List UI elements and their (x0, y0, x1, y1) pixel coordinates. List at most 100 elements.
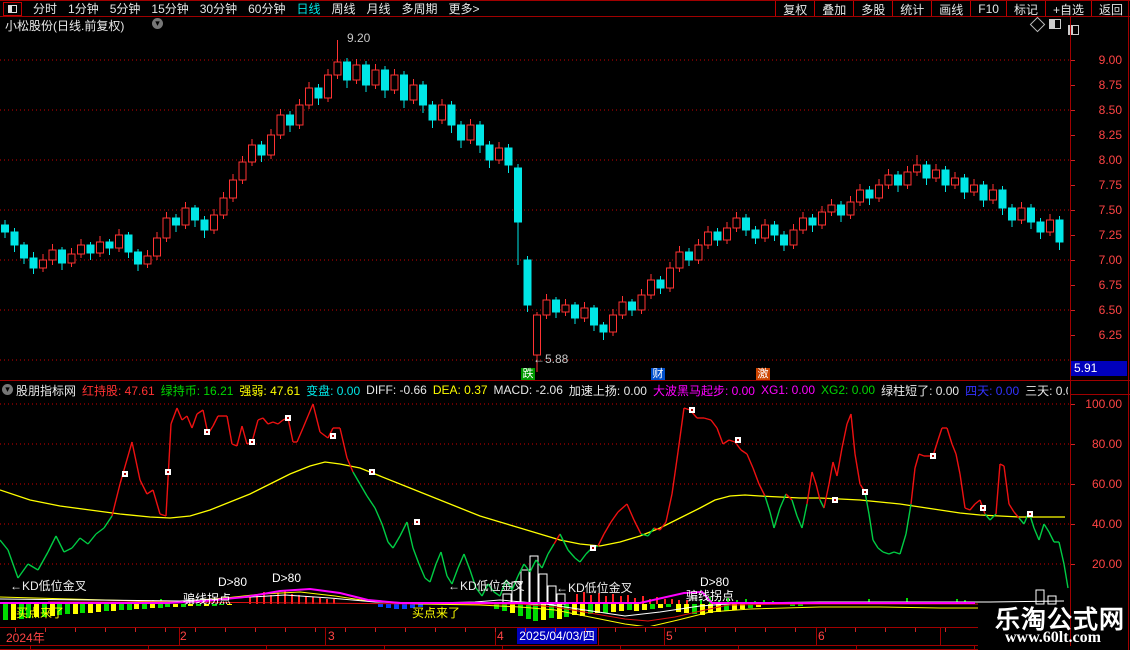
signal-label-6: 买点来了 (412, 606, 461, 620)
date-tick (285, 628, 286, 632)
candlestick-chart[interactable] (0, 30, 1070, 378)
price-axis-label: 8.50 (1098, 103, 1122, 117)
stock-app-window: 分时 1分钟 5分钟 15分钟 30分钟 60分钟 日线 周线 月线 多周期 更多> 复权 叠加 多股统… (0, 0, 1130, 650)
chart-title-row: 小松股份(日线.前复权) ▾ (0, 16, 1070, 33)
layout-toggle-icon[interactable] (3, 1, 22, 16)
date-tick (795, 628, 796, 632)
date-tick (465, 628, 466, 632)
signal-label-4: D>80 (272, 571, 302, 585)
panel-divider (0, 380, 1130, 381)
date-tick (345, 628, 346, 632)
signal-label-5: ←KD低位金叉 (448, 579, 525, 593)
date-tick (945, 628, 946, 632)
price-axis-label: 9.00 (1098, 53, 1122, 67)
menu-item-tool-6[interactable]: 标记 (1005, 1, 1045, 17)
menu-item-period-8[interactable]: 月线 (367, 0, 391, 17)
chevron-down-icon[interactable]: ▾ (152, 18, 163, 29)
split-window-icon[interactable] (1049, 19, 1061, 29)
date-tick (495, 628, 496, 632)
date-tick (435, 628, 436, 632)
indicator-field-10: XG2: 0.00 (821, 383, 876, 397)
price-axis-label: 8.75 (1098, 78, 1122, 92)
date-separator (816, 628, 817, 645)
date-tick (315, 628, 316, 632)
date-separator (598, 628, 599, 645)
date-axis[interactable]: 2025/04/03/四 2024年 2 3 4 5 6 (0, 628, 978, 645)
tool-menu: 复权 叠加 多股 统计 画线 F10 标记 +自选 返回 (775, 1, 1130, 17)
menu-item-period-2[interactable]: 5分钟 (110, 0, 141, 17)
date-tick (915, 628, 916, 632)
date-separator (664, 628, 665, 645)
menu-item-period-7[interactable]: 周线 (331, 0, 355, 17)
date-label-4: 5 (666, 629, 673, 643)
indicator-chart[interactable] (0, 398, 1070, 626)
menu-item-tool-7[interactable]: +自选 (1044, 1, 1091, 17)
date-tick (255, 628, 256, 632)
price-axis-label: 8.25 (1098, 128, 1122, 142)
menu-item-period-10[interactable]: 更多> (449, 0, 480, 17)
date-tick (855, 628, 856, 632)
price-axis-label: 8.00 (1098, 153, 1122, 167)
axis-divider (1070, 394, 1130, 395)
menu-item-tool-0[interactable]: 复权 (775, 1, 814, 17)
date-tick (555, 628, 556, 632)
indicator-field-6: MACD: -2.06 (493, 383, 563, 397)
high-price-annotation: 9.20 (347, 31, 371, 45)
menu-item-period-9[interactable]: 多周期 (402, 0, 438, 17)
menu-item-tool-3[interactable]: 统计 (892, 1, 931, 17)
indicator-field-4: DIFF: -0.66 (366, 383, 427, 397)
menu-item-tool-2[interactable]: 多股 (853, 1, 892, 17)
menu-item-tool-8[interactable]: 返回 (1090, 1, 1130, 17)
signal-label-7: ←KD低位金叉 (556, 581, 633, 595)
date-separator (179, 628, 180, 645)
date-label-2: 3 (328, 629, 335, 643)
menu-item-period-5[interactable]: 60分钟 (248, 0, 285, 17)
indicator-field-7: 加速上扬: 0.00 (568, 383, 647, 398)
date-label-5: 6 (818, 629, 825, 643)
right-edge-border (1128, 0, 1129, 650)
date-tick (75, 628, 76, 632)
indicator-axis-label: 100.00 (1085, 397, 1122, 411)
date-tick (525, 628, 526, 632)
indicator-field-5: DEA: 0.37 (432, 383, 488, 397)
price-axis-label: 7.25 (1098, 228, 1122, 242)
menu-item-period-3[interactable]: 15分钟 (151, 0, 188, 17)
date-axis-bottom-border (0, 645, 978, 646)
signal-label-2: 骗线拐点 (183, 592, 232, 606)
date-tick (615, 628, 616, 632)
menu-item-tool-4[interactable]: 画线 (931, 1, 970, 17)
menu-item-period-0[interactable]: 分时 (33, 0, 57, 17)
date-label-0: 2024年 (6, 631, 45, 645)
date-tick (45, 628, 46, 632)
date-tick (645, 628, 646, 632)
menu-item-period-6[interactable]: 日线 (296, 0, 320, 17)
signal-label-1: 买点来了 (16, 606, 65, 620)
period-menu: 分时 1分钟 5分钟 15分钟 30分钟 60分钟 日线 周线 月线 多周期 更多> (22, 0, 480, 17)
menu-item-tool-5[interactable]: F10 (970, 1, 1006, 16)
menu-item-period-1[interactable]: 1分钟 (68, 0, 99, 17)
date-tick (225, 628, 226, 632)
indicator-field-12: 四天: 0.00 (965, 383, 1020, 398)
indicator-field-11: 绿柱短了: 0.00 (881, 383, 960, 398)
watermark-url: www.60lt.com (1005, 629, 1101, 646)
indicator-field-13: 三天: 0.00 (1025, 383, 1068, 398)
date-tick (675, 628, 676, 632)
date-tick (165, 628, 166, 632)
signal-label-9: 骗线拐点 (686, 589, 735, 603)
indicator-field-9: XG1: 0.00 (760, 383, 816, 397)
menu-item-period-4[interactable]: 30分钟 (200, 0, 237, 17)
date-tick (105, 628, 106, 632)
price-axis-label: 7.00 (1098, 253, 1122, 267)
indicator-field-8: 大波黑马起步: 0.00 (652, 383, 755, 398)
date-tick (135, 628, 136, 632)
indicator-axis-label: 20.00 (1091, 557, 1122, 571)
date-tick (825, 628, 826, 632)
date-separator (940, 628, 941, 645)
indicator-field-0: 红持股: 47.61 (82, 383, 155, 398)
date-tick (15, 628, 16, 632)
date-tick (195, 628, 196, 632)
indicator-field-3: 变盘: 0.00 (306, 383, 361, 398)
signal-label-0: ←KD低位金叉 (10, 579, 87, 593)
menu-item-tool-1[interactable]: 叠加 (814, 1, 853, 17)
date-tick (705, 628, 706, 632)
